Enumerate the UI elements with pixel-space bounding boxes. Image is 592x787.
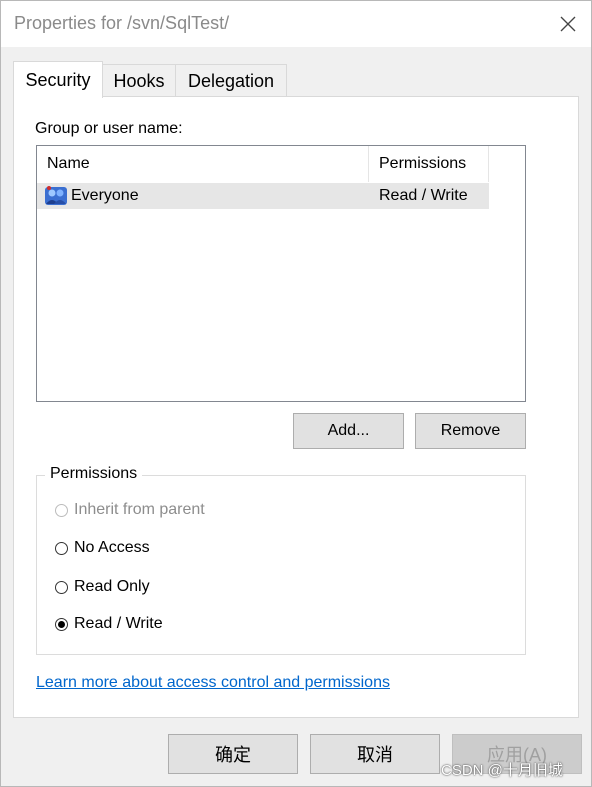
- properties-dialog: Properties for /svn/SqlTest/ Security Ho…: [0, 0, 592, 787]
- radio-label: Read Only: [74, 578, 150, 595]
- radio-button[interactable]: [55, 503, 68, 517]
- watermark: CSDN @十月旧城: [441, 762, 563, 779]
- column-header-permissions[interactable]: Permissions: [369, 146, 489, 182]
- title-bar: Properties for /svn/SqlTest/: [1, 1, 591, 47]
- user-list[interactable]: Name Permissions Everyone Read / Write: [36, 145, 526, 402]
- security-panel: Group or user name: Name Permissions Eve…: [13, 96, 579, 718]
- list-header: Name Permissions: [37, 146, 489, 182]
- permissions-group-title: Permissions: [45, 465, 143, 483]
- window-title: Properties for /svn/SqlTest/: [14, 13, 230, 33]
- user-group-icon: [44, 184, 68, 208]
- permissions-group: Permissions Inherit from parent No Acces…: [36, 465, 526, 655]
- radio-button[interactable]: [55, 617, 68, 631]
- radio-read-only[interactable]: Read Only: [55, 578, 150, 596]
- ok-button[interactable]: 确定: [168, 734, 298, 774]
- learn-more-link[interactable]: Learn more about access control and perm…: [36, 674, 390, 692]
- radio-button[interactable]: [55, 541, 68, 555]
- column-header-name[interactable]: Name: [37, 146, 369, 182]
- cancel-button[interactable]: 取消: [310, 734, 440, 774]
- radio-button[interactable]: [55, 580, 68, 594]
- radio-label: Read / Write: [74, 615, 163, 632]
- remove-button[interactable]: Remove: [415, 413, 526, 449]
- row-permissions: Read / Write: [379, 187, 468, 204]
- radio-no-access[interactable]: No Access: [55, 539, 150, 557]
- radio-checked-dot: [58, 620, 65, 628]
- tab-delegation[interactable]: Delegation: [175, 64, 287, 97]
- radio-inherit-from-parent[interactable]: Inherit from parent: [55, 501, 205, 519]
- radio-label: Inherit from parent: [74, 501, 205, 518]
- radio-label: No Access: [74, 539, 150, 556]
- add-button[interactable]: Add...: [293, 413, 404, 449]
- group-or-user-label: Group or user name:: [35, 120, 183, 137]
- radio-read-write[interactable]: Read / Write: [55, 615, 163, 633]
- tab-hooks[interactable]: Hooks: [102, 64, 176, 97]
- close-icon: [560, 16, 576, 32]
- close-button[interactable]: [545, 1, 591, 47]
- tab-security[interactable]: Security: [13, 61, 103, 98]
- list-row[interactable]: Everyone Read / Write: [37, 183, 489, 209]
- row-name: Everyone: [71, 187, 139, 204]
